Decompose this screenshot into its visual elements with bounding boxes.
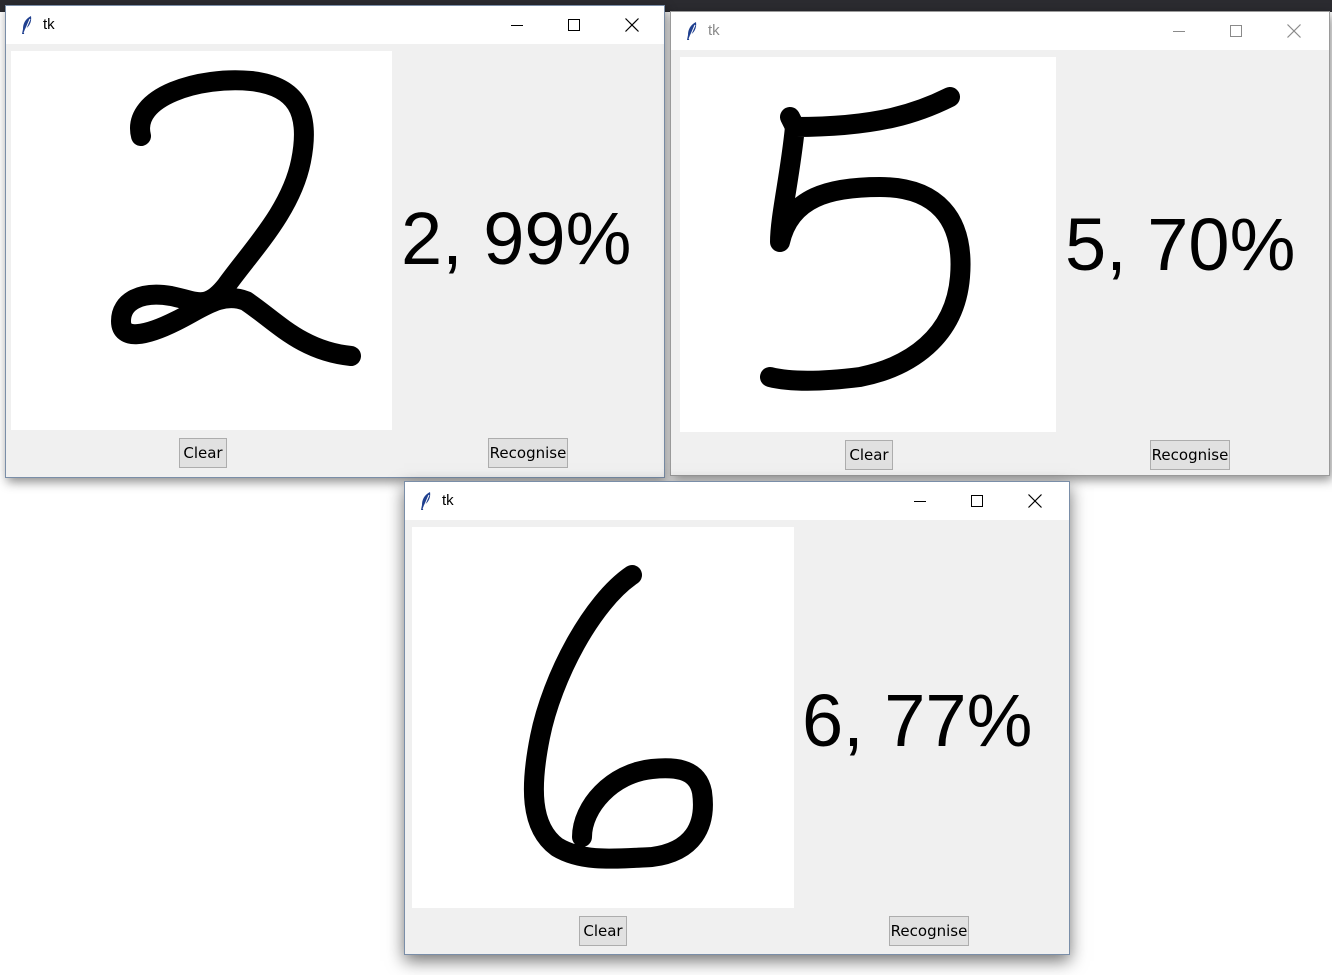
feather-icon <box>20 15 34 35</box>
window-title: tk <box>442 492 454 509</box>
minimize-icon <box>914 501 926 502</box>
maximize-button[interactable] <box>948 482 1006 520</box>
prediction-label: 6, 77% <box>802 679 1033 762</box>
feather-icon <box>685 21 699 41</box>
tk-window-digit-2: tk 2, 99% Clear Recognise <box>5 5 665 478</box>
minimize-button[interactable] <box>488 6 546 44</box>
recognise-button[interactable]: Recognise <box>889 916 969 946</box>
handwritten-digit-drawing <box>523 565 713 869</box>
close-icon <box>625 18 639 32</box>
clear-button[interactable]: Clear <box>179 438 227 468</box>
minimize-button[interactable] <box>1150 12 1208 50</box>
maximize-button[interactable] <box>545 6 603 44</box>
clear-button[interactable]: Clear <box>579 916 627 946</box>
window-title: tk <box>708 22 720 39</box>
close-icon <box>1028 494 1042 508</box>
recognise-button[interactable]: Recognise <box>1150 440 1230 470</box>
window-title: tk <box>43 16 55 33</box>
close-button[interactable] <box>1265 12 1323 50</box>
maximize-icon <box>971 495 983 507</box>
clear-button[interactable]: Clear <box>845 440 893 470</box>
minimize-icon <box>1173 31 1185 32</box>
recognise-button[interactable]: Recognise <box>488 438 568 468</box>
minimize-button[interactable] <box>891 482 949 520</box>
drawing-canvas[interactable] <box>11 51 392 430</box>
feather-icon <box>419 491 433 511</box>
maximize-button[interactable] <box>1207 12 1265 50</box>
handwritten-digit-drawing <box>760 87 971 391</box>
close-icon <box>1287 24 1301 38</box>
tk-window-digit-5: tk 5, 70% Clear Recognise <box>670 11 1330 476</box>
title-bar[interactable]: tk <box>405 482 1069 520</box>
close-button[interactable] <box>603 6 661 44</box>
prediction-label: 5, 70% <box>1065 203 1296 286</box>
tk-window-digit-6: tk 6, 77% Clear Recognise <box>404 481 1070 955</box>
minimize-icon <box>511 25 523 26</box>
maximize-icon <box>568 19 580 31</box>
maximize-icon <box>1230 25 1242 37</box>
close-button[interactable] <box>1006 482 1064 520</box>
title-bar[interactable]: tk <box>671 12 1329 50</box>
drawing-canvas[interactable] <box>680 57 1056 432</box>
title-bar[interactable]: tk <box>6 6 664 44</box>
handwritten-digit-drawing <box>111 70 361 366</box>
drawing-canvas[interactable] <box>412 527 794 908</box>
prediction-label: 2, 99% <box>401 197 632 280</box>
